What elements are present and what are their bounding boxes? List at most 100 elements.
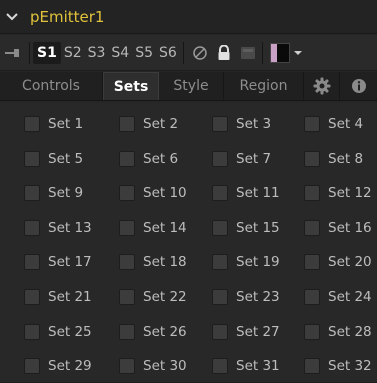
checkbox[interactable] [24, 358, 40, 375]
tab-sets[interactable]: Sets [103, 72, 159, 100]
checkbox[interactable] [304, 219, 320, 236]
checkbox[interactable] [24, 323, 40, 340]
set-checkbox-item[interactable]: Set 30 [119, 349, 187, 383]
set-checkbox-item[interactable]: Set 5 [24, 142, 83, 176]
set-checkbox-item[interactable]: Set 23 [212, 280, 280, 314]
version-tab-s1[interactable]: S1 [33, 41, 61, 64]
set-checkbox-item[interactable]: Set 6 [119, 142, 178, 176]
set-label: Set 24 [328, 289, 372, 305]
set-checkbox-item[interactable]: Set 11 [212, 176, 280, 210]
pin-icon[interactable] [0, 48, 26, 58]
checkbox[interactable] [24, 289, 40, 305]
tab-style[interactable]: Style [159, 72, 224, 100]
checkbox[interactable] [24, 254, 40, 271]
set-label: Set 2 [143, 116, 179, 132]
checkbox[interactable] [212, 219, 228, 236]
set-checkbox-item[interactable]: Set 7 [212, 142, 271, 176]
set-checkbox-item[interactable]: Set 17 [24, 245, 92, 279]
set-checkbox-item[interactable]: Set 31 [212, 349, 280, 383]
cache-icon[interactable] [237, 42, 259, 64]
version-tab-s6[interactable]: S6 [156, 43, 180, 63]
set-checkbox-item[interactable]: Set 1 [24, 107, 83, 141]
set-label: Set 12 [328, 185, 372, 202]
checkbox[interactable] [212, 254, 228, 271]
checkbox[interactable] [212, 289, 228, 305]
disable-icon[interactable] [189, 42, 211, 64]
separator [182, 41, 184, 64]
checkbox[interactable] [304, 289, 320, 305]
set-checkbox-item[interactable]: Set 24 [304, 280, 372, 314]
set-checkbox-item[interactable]: Set 18 [119, 245, 187, 279]
info-icon[interactable] [340, 72, 377, 100]
set-label: Set 26 [143, 323, 187, 340]
set-label: Set 23 [236, 289, 280, 305]
version-tab-s5[interactable]: S5 [132, 43, 156, 63]
checkbox[interactable] [212, 150, 228, 167]
checkbox[interactable] [212, 323, 228, 340]
checkbox[interactable] [119, 219, 135, 236]
checkbox[interactable] [119, 254, 135, 271]
set-checkbox-item[interactable]: Set 2 [119, 107, 178, 141]
dropdown-arrow-icon[interactable] [293, 50, 304, 56]
checkbox[interactable] [304, 323, 320, 340]
separator [29, 41, 30, 64]
version-bar: S1 S2 S3 S4 S5 S6 [0, 35, 377, 71]
checkbox[interactable] [119, 185, 135, 202]
checkbox[interactable] [24, 116, 40, 132]
set-checkbox-item[interactable]: Set 13 [24, 211, 92, 245]
set-label: Set 7 [236, 150, 272, 167]
set-checkbox-item[interactable]: Set 20 [304, 245, 372, 279]
set-checkbox-item[interactable]: Set 9 [24, 176, 83, 210]
set-checkbox-item[interactable]: Set 15 [212, 211, 280, 245]
checkbox[interactable] [119, 116, 135, 132]
checkbox[interactable] [304, 116, 320, 132]
tool-header[interactable]: pEmitter1 [0, 0, 377, 34]
set-checkbox-item[interactable]: Set 27 [212, 315, 280, 349]
checkbox[interactable] [212, 185, 228, 202]
set-label: Set 18 [143, 254, 187, 271]
set-checkbox-item[interactable]: Set 14 [119, 211, 187, 245]
set-checkbox-item[interactable]: Set 4 [304, 107, 363, 141]
checkbox[interactable] [304, 185, 320, 202]
checkbox[interactable] [304, 358, 320, 375]
set-label: Set 15 [236, 219, 280, 236]
checkbox[interactable] [24, 219, 40, 236]
lock-icon[interactable] [213, 42, 235, 64]
set-label: Set 10 [143, 185, 187, 202]
checkbox[interactable] [212, 116, 228, 132]
tab-region[interactable]: Region [224, 72, 304, 100]
checkbox[interactable] [24, 150, 40, 167]
set-label: Set 11 [236, 185, 280, 202]
set-checkbox-item[interactable]: Set 12 [304, 176, 372, 210]
checkbox[interactable] [304, 254, 320, 271]
checkbox[interactable] [119, 323, 135, 340]
tab-controls[interactable]: Controls [0, 72, 103, 100]
set-checkbox-item[interactable]: Set 16 [304, 211, 372, 245]
set-checkbox-item[interactable]: Set 3 [212, 107, 271, 141]
version-tab-s3[interactable]: S3 [85, 43, 109, 63]
set-checkbox-item[interactable]: Set 22 [119, 280, 187, 314]
checkbox[interactable] [304, 150, 320, 167]
checkbox[interactable] [119, 289, 135, 305]
set-checkbox-item[interactable]: Set 32 [304, 349, 372, 383]
checkbox[interactable] [119, 358, 135, 375]
set-checkbox-item[interactable]: Set 28 [304, 315, 372, 349]
version-tab-s4[interactable]: S4 [108, 43, 132, 63]
set-label: Set 20 [328, 254, 372, 271]
checkbox[interactable] [212, 358, 228, 375]
checkbox[interactable] [24, 185, 40, 202]
version-tab-s2[interactable]: S2 [61, 43, 85, 63]
set-label: Set 32 [328, 358, 372, 375]
set-checkbox-item[interactable]: Set 26 [119, 315, 187, 349]
set-checkbox-item[interactable]: Set 29 [24, 349, 92, 383]
set-checkbox-item[interactable]: Set 19 [212, 245, 280, 279]
gear-icon[interactable] [304, 72, 340, 100]
chevron-down-icon[interactable] [0, 0, 24, 34]
set-checkbox-item[interactable]: Set 25 [24, 315, 92, 349]
set-label: Set 3 [236, 116, 272, 132]
set-checkbox-item[interactable]: Set 21 [24, 280, 92, 314]
color-swatch[interactable] [269, 42, 290, 63]
set-checkbox-item[interactable]: Set 8 [304, 142, 363, 176]
set-checkbox-item[interactable]: Set 10 [119, 176, 187, 210]
checkbox[interactable] [119, 150, 135, 167]
